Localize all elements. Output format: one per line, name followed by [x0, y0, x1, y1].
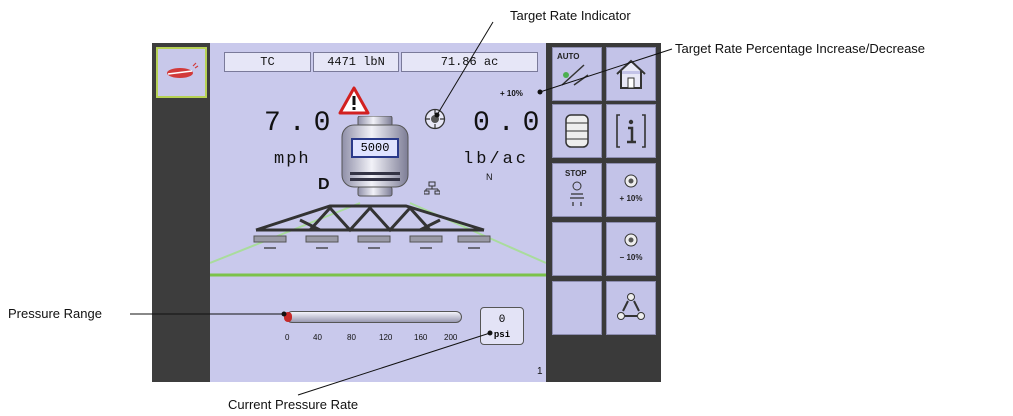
callout-lines [130, 21, 673, 396]
